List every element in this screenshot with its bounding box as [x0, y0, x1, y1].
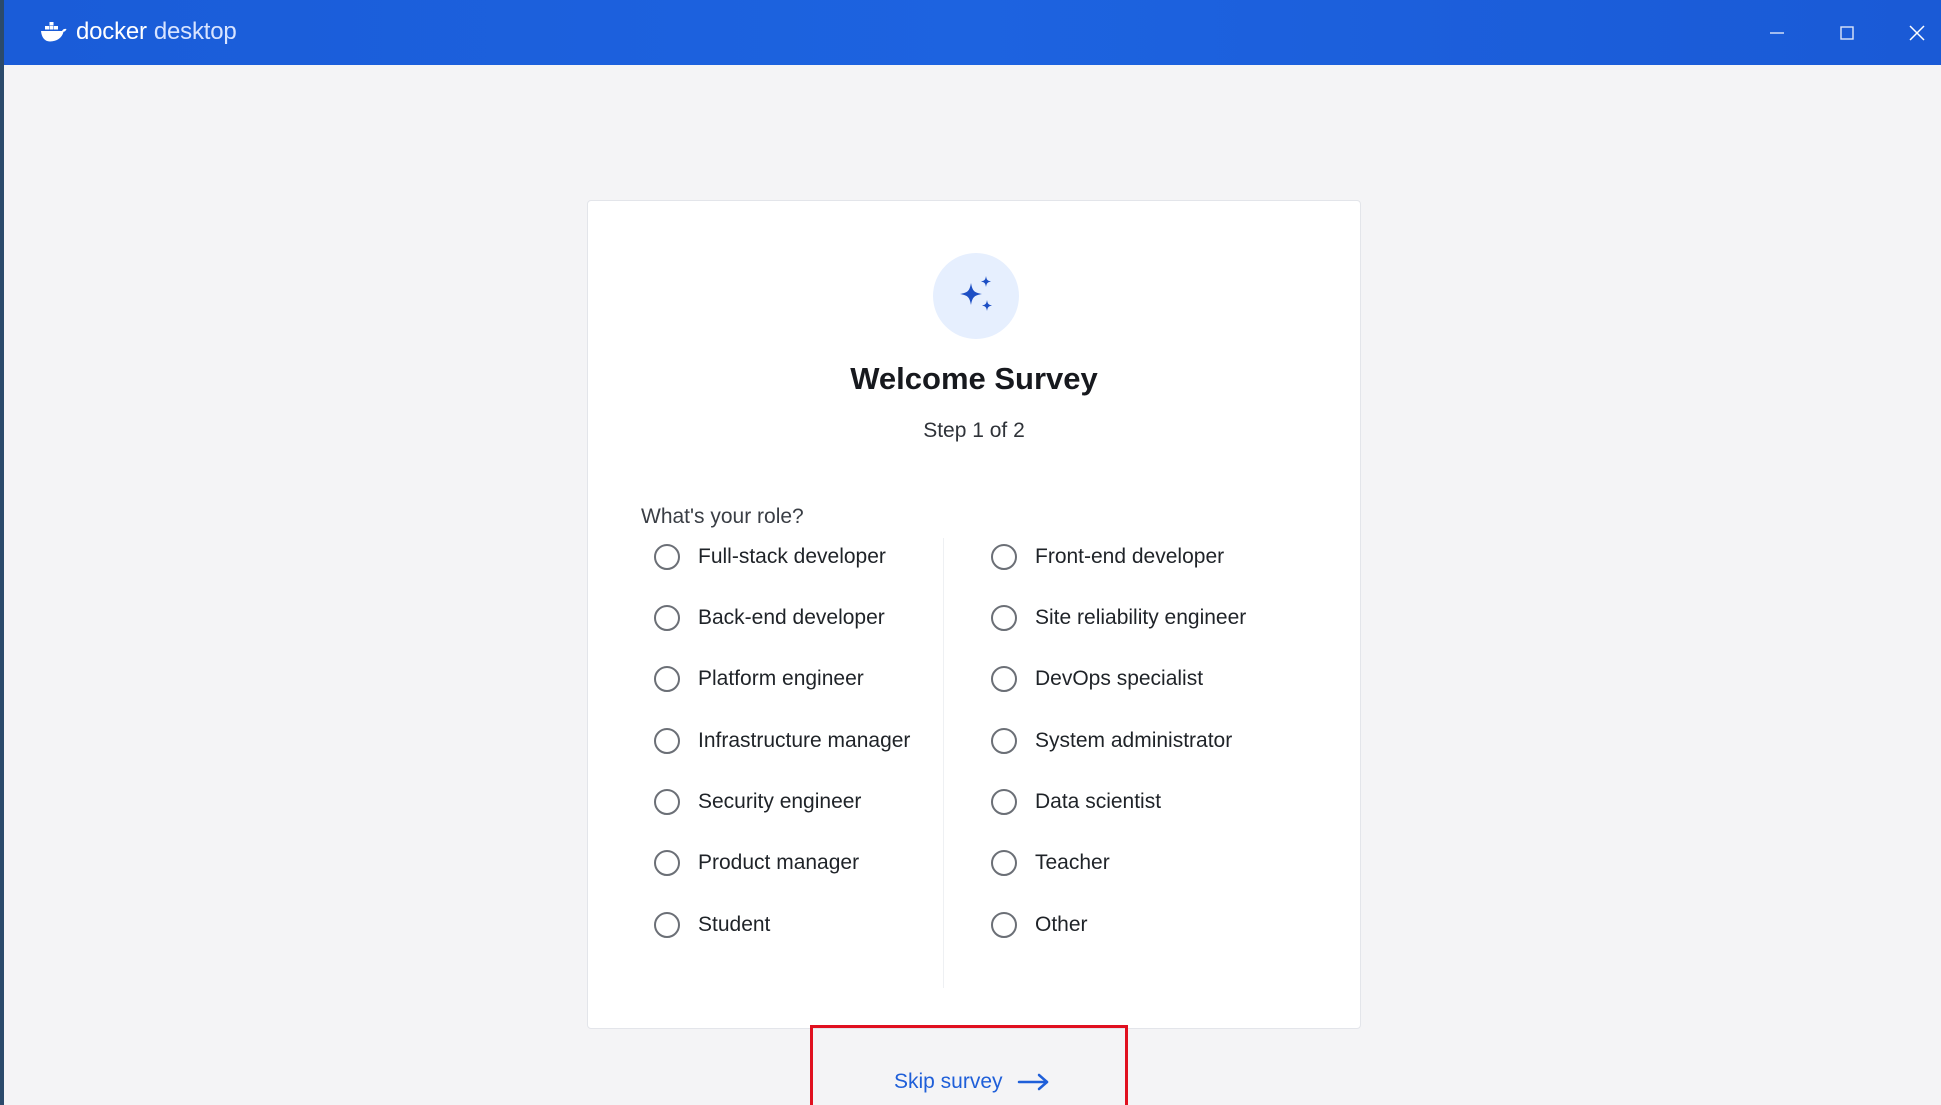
close-icon	[1909, 24, 1925, 41]
radio-button[interactable]	[991, 789, 1017, 815]
role-option-full-stack-developer[interactable]: Full-stack developer	[654, 537, 886, 577]
survey-title: Welcome Survey	[850, 361, 1098, 396]
role-option-system-administrator[interactable]: System administrator	[991, 721, 1232, 761]
docker-desktop-window: docker desktop Welcome Survey Step 1 of …	[4, 0, 1941, 1105]
minimize-button[interactable]	[1742, 0, 1812, 65]
role-option-label: Full-stack developer	[698, 545, 886, 568]
role-option-label: Teacher	[1035, 851, 1110, 874]
radio-button[interactable]	[654, 789, 680, 815]
radio-button[interactable]	[991, 728, 1017, 754]
role-option-label: Back-end developer	[698, 606, 885, 629]
docker-whale-icon	[41, 22, 67, 42]
radio-button[interactable]	[991, 544, 1017, 570]
maximize-icon	[1840, 25, 1854, 40]
arrow-right-icon	[1017, 1073, 1048, 1091]
maximize-button[interactable]	[1812, 0, 1882, 65]
role-option-label: Security engineer	[698, 790, 862, 813]
role-option-security-engineer[interactable]: Security engineer	[654, 782, 861, 822]
role-option-front-end-developer[interactable]: Front-end developer	[991, 537, 1224, 577]
app-name-secondary: desktop	[153, 18, 237, 45]
role-question: What's your role?	[641, 505, 804, 528]
role-option-other[interactable]: Other	[991, 905, 1088, 945]
role-option-data-scientist[interactable]: Data scientist	[991, 782, 1161, 822]
radio-button[interactable]	[991, 666, 1017, 692]
radio-button[interactable]	[654, 850, 680, 876]
radio-button[interactable]	[654, 605, 680, 631]
role-option-infrastructure-manager[interactable]: Infrastructure manager	[654, 721, 910, 761]
radio-button[interactable]	[654, 912, 680, 938]
column-divider	[943, 538, 944, 988]
role-option-label: Other	[1035, 913, 1088, 936]
survey-icon-badge	[933, 253, 1019, 339]
survey-step: Step 1 of 2	[923, 419, 1025, 442]
app-name-primary: docker	[76, 18, 147, 45]
radio-button[interactable]	[991, 912, 1017, 938]
radio-button[interactable]	[654, 728, 680, 754]
radio-button[interactable]	[991, 605, 1017, 631]
role-option-label: System administrator	[1035, 729, 1233, 752]
survey-card: Welcome Survey Step 1 of 2 What's your r…	[587, 200, 1361, 1029]
role-option-teacher[interactable]: Teacher	[991, 843, 1110, 883]
radio-button[interactable]	[654, 544, 680, 570]
role-option-label: Infrastructure manager	[698, 729, 911, 752]
role-option-label: Student	[698, 913, 771, 936]
role-option-platform-engineer[interactable]: Platform engineer	[654, 659, 864, 699]
skip-survey-label: Skip survey	[894, 1070, 1003, 1093]
role-option-site-reliability-engineer[interactable]: Site reliability engineer	[991, 598, 1246, 638]
role-option-devops-specialist[interactable]: DevOps specialist	[991, 659, 1203, 699]
minimize-icon	[1770, 31, 1784, 34]
sparkles-icon	[960, 276, 992, 311]
role-option-label: Front-end developer	[1035, 545, 1225, 568]
role-option-label: Platform engineer	[698, 667, 864, 690]
role-option-label: Site reliability engineer	[1035, 606, 1247, 629]
role-option-label: Data scientist	[1035, 790, 1162, 813]
role-option-back-end-developer[interactable]: Back-end developer	[654, 598, 885, 638]
skip-survey-link[interactable]: Skip survey	[894, 1070, 1051, 1094]
close-button[interactable]	[1882, 0, 1941, 65]
radio-button[interactable]	[654, 666, 680, 692]
role-option-label: DevOps specialist	[1035, 667, 1204, 690]
role-option-student[interactable]: Student	[654, 905, 770, 945]
role-option-label: Product manager	[698, 851, 860, 874]
role-option-product-manager[interactable]: Product manager	[654, 843, 859, 883]
app-brand: docker desktop	[40, 18, 237, 46]
title-bar: docker desktop	[4, 0, 1941, 65]
radio-button[interactable]	[991, 850, 1017, 876]
